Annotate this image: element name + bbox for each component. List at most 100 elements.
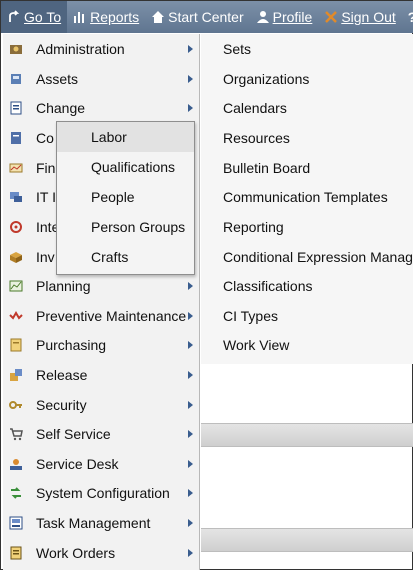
menu-item-system-configuration[interactable]: System Configuration	[3, 478, 199, 507]
menu-item-label: Planning	[36, 277, 91, 294]
submenu-item-sets[interactable]: Sets	[223, 34, 251, 63]
menu-item-label: Assets	[36, 70, 79, 87]
content-header-strip	[201, 528, 413, 552]
financial-icon	[8, 160, 24, 176]
chevron-right-icon	[188, 281, 193, 290]
menu-item-release[interactable]: Release	[3, 360, 199, 389]
chevron-right-icon	[188, 370, 193, 379]
submenu-item-organizations[interactable]: Organizations	[223, 64, 309, 93]
administration-submenu: Sets Organizations Calendars Resources B…	[201, 34, 413, 364]
reports-label: Reports	[90, 9, 140, 25]
chevron-right-icon	[188, 44, 193, 53]
menu-item-purchasing[interactable]: Purchasing	[3, 330, 199, 359]
popup-item-label: Labor	[91, 129, 127, 145]
menu-item-label: Work Orders	[36, 544, 116, 561]
menu-item-label: Release	[36, 366, 88, 383]
submenu-item-label: Conditional Expression Manager	[223, 248, 413, 265]
menu-item-label: Task Management	[36, 514, 151, 531]
submenu-item-resources[interactable]: Resources	[223, 123, 290, 152]
popup-item-label: Crafts	[91, 249, 129, 265]
person-icon	[256, 10, 270, 24]
inventory-icon	[8, 249, 24, 265]
reports-link[interactable]: Reports	[67, 1, 145, 33]
submenu-item-ci-types[interactable]: CI Types	[223, 301, 278, 330]
submenu-item-label: Communication Templates	[223, 188, 388, 205]
assets-icon	[8, 71, 24, 87]
chevron-right-icon	[188, 429, 193, 438]
service-desk-icon	[8, 456, 24, 472]
goto-menu: Administration Assets Change Co Fin IT I…	[3, 34, 200, 570]
submenu-item-label: Classifications	[223, 277, 313, 294]
menu-item-work-orders[interactable]: Work Orders	[3, 538, 199, 567]
goto-label: Go To	[24, 9, 62, 25]
chevron-right-icon	[188, 518, 193, 527]
popup-item-labor[interactable]: Labor	[57, 122, 194, 152]
help-label: ?	[408, 9, 413, 25]
preventive-maintenance-icon	[8, 308, 24, 324]
it-infrastructure-icon	[8, 189, 24, 205]
submenu-item-classifications[interactable]: Classifications	[223, 271, 312, 300]
menu-item-preventive-maintenance[interactable]: Preventive Maintenance	[3, 301, 199, 330]
top-nav-bar: Go To Reports Start Center Profile Sign …	[1, 1, 413, 33]
goto-menu-button[interactable]: Go To	[1, 1, 68, 33]
submenu-item-conditional-expression-manager[interactable]: Conditional Expression Manager	[223, 242, 413, 271]
menu-item-label: Security	[36, 396, 87, 413]
submenu-item-label: Calendars	[223, 99, 287, 116]
menu-item-label: Preventive Maintenance	[36, 307, 187, 324]
menu-item-label: Purchasing	[36, 336, 107, 353]
start-center-label: Start Center	[168, 9, 244, 25]
change-icon	[8, 100, 24, 116]
contracts-icon	[8, 130, 24, 146]
popup-item-people[interactable]: People	[57, 182, 194, 212]
submenu-item-label: Bulletin Board	[223, 159, 311, 176]
home-icon	[151, 10, 165, 24]
popup-item-crafts[interactable]: Crafts	[57, 242, 194, 272]
submenu-item-bulletin-board[interactable]: Bulletin Board	[223, 153, 310, 182]
menu-item-assets[interactable]: Assets	[3, 64, 199, 93]
integration-icon	[8, 219, 24, 235]
sign-out-x-icon	[324, 10, 338, 24]
chevron-right-icon	[188, 311, 193, 320]
menu-item-task-management[interactable]: Task Management	[3, 508, 199, 537]
menu-item-label: Change	[36, 99, 86, 116]
profile-label: Profile	[272, 9, 313, 25]
submenu-item-reporting[interactable]: Reporting	[223, 212, 284, 241]
menu-item-change[interactable]: Change	[3, 93, 199, 122]
submenu-item-label: Work View	[223, 336, 290, 353]
submenu-item-label: Reporting	[223, 218, 284, 235]
submenu-item-communication-templates[interactable]: Communication Templates	[223, 182, 388, 211]
popup-item-label: Person Groups	[91, 219, 186, 235]
menu-item-administration[interactable]: Administration	[3, 34, 199, 63]
submenu-item-label: Sets	[223, 40, 252, 57]
chevron-right-icon	[188, 340, 193, 349]
release-icon	[8, 367, 24, 383]
key-icon	[8, 397, 24, 413]
sign-out-label: Sign Out	[341, 9, 396, 25]
system-configuration-icon	[8, 485, 24, 501]
menu-item-service-desk[interactable]: Service Desk	[3, 449, 199, 478]
chevron-right-icon	[188, 103, 193, 112]
popup-item-label: Qualifications	[91, 159, 176, 175]
menu-item-label: System Configuration	[36, 484, 170, 501]
menu-item-planning[interactable]: Planning	[3, 271, 199, 300]
submenu-item-label: CI Types	[223, 307, 278, 324]
submenu-item-calendars[interactable]: Calendars	[223, 93, 287, 122]
submenu-item-label: Resources	[223, 129, 290, 146]
contracts-popup-submenu: Labor Qualifications People Person Group…	[56, 121, 195, 275]
chevron-right-icon	[188, 74, 193, 83]
menu-item-label: Administration	[36, 40, 125, 57]
submenu-item-work-view[interactable]: Work View	[223, 330, 289, 359]
chevron-right-icon	[188, 459, 193, 468]
popup-item-person-groups[interactable]: Person Groups	[57, 212, 194, 242]
task-management-icon	[8, 515, 24, 531]
start-center-link[interactable]: Start Center	[145, 1, 249, 33]
planning-icon	[8, 278, 24, 294]
sign-out-link[interactable]: Sign Out	[318, 1, 401, 33]
bar-chart-icon	[73, 10, 87, 24]
popup-item-qualifications[interactable]: Qualifications	[57, 152, 194, 182]
menu-item-security[interactable]: Security	[3, 390, 199, 419]
profile-link[interactable]: Profile	[250, 1, 319, 33]
help-link[interactable]: ?	[402, 1, 413, 33]
menu-item-self-service[interactable]: Self Service	[3, 419, 199, 448]
goto-arrow-icon	[7, 10, 21, 24]
